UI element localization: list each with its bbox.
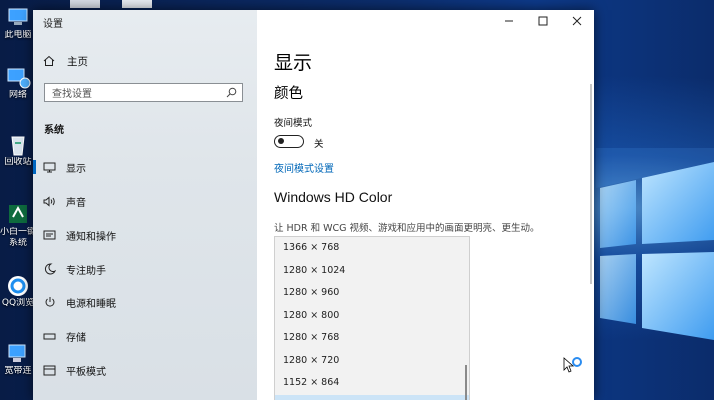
minimize-icon bbox=[505, 20, 513, 22]
settings-sidebar: 设置 主页 查找设置 系统 显示 声音 通知和操作 专注助手 电源和睡眠 存储 … bbox=[33, 10, 257, 400]
page-title: 显示 bbox=[274, 52, 313, 74]
desktop-icon-label-line2: 系统 bbox=[8, 238, 27, 248]
desktop-icon-label: 回收站 bbox=[4, 157, 32, 167]
home-icon bbox=[43, 55, 55, 66]
window-controls bbox=[492, 10, 594, 32]
search-input[interactable]: 查找设置 bbox=[44, 83, 243, 102]
sidebar-home-label: 主页 bbox=[67, 55, 88, 68]
notification-icon bbox=[43, 230, 56, 239]
resolution-dropdown-list[interactable]: 1366 × 768 1280 × 1024 1280 × 960 1280 ×… bbox=[274, 236, 470, 400]
resolution-option[interactable]: 1280 × 768 bbox=[275, 327, 469, 350]
resolution-option[interactable]: 1280 × 800 bbox=[275, 305, 469, 328]
settings-window: 设置 主页 查找设置 系统 显示 声音 通知和操作 专注助手 电源和睡眠 存储 … bbox=[33, 10, 594, 400]
resolution-option-selected[interactable] bbox=[275, 394, 469, 400]
search-placeholder: 查找设置 bbox=[52, 89, 92, 100]
recycle-bin-icon bbox=[11, 136, 25, 156]
settings-content: 显示 颜色 夜间模式 关 夜间模式设置 Windows HD Color 让 H… bbox=[257, 10, 594, 400]
network-icon bbox=[7, 68, 31, 89]
moon-icon bbox=[44, 263, 56, 275]
sidebar-item-label: 平板模式 bbox=[66, 366, 106, 378]
sidebar-item-tablet-mode[interactable]: 平板模式 bbox=[33, 358, 257, 382]
minimize-button[interactable] bbox=[492, 10, 526, 32]
window-title: 设置 bbox=[43, 19, 63, 30]
resolution-option[interactable]: 1152 × 864 bbox=[275, 372, 469, 395]
sidebar-section-title: 系统 bbox=[44, 125, 64, 136]
monitor-icon bbox=[43, 162, 56, 172]
desktop-icon-column: 此电脑 网络 回收站 小白一键 系统 QQ浏览 宽带连 bbox=[0, 0, 36, 400]
desktop-icon-qq-browser[interactable]: QQ浏览 bbox=[0, 274, 36, 309]
sidebar-home[interactable]: 主页 bbox=[43, 53, 88, 69]
night-light-toggle[interactable] bbox=[274, 135, 304, 148]
resolution-option[interactable]: 1280 × 720 bbox=[275, 350, 469, 373]
dropdown-scrollbar[interactable] bbox=[465, 365, 467, 400]
sidebar-item-storage[interactable]: 存储 bbox=[33, 324, 257, 348]
broadband-icon bbox=[8, 344, 26, 362]
sidebar-item-label: 存储 bbox=[66, 332, 86, 344]
busy-cursor-icon bbox=[563, 357, 582, 373]
desktop-icon-label: QQ浏览 bbox=[1, 298, 35, 308]
hd-color-description: 让 HDR 和 WCG 视频、游戏和应用中的画面更明亮、更生动。 bbox=[274, 223, 540, 234]
sidebar-item-label: 显示 bbox=[66, 163, 86, 175]
close-button[interactable] bbox=[560, 10, 594, 32]
night-light-state: 关 bbox=[314, 139, 324, 150]
desktop-icon-label: 小白一键 bbox=[0, 227, 36, 237]
sidebar-item-power[interactable]: 电源和睡眠 bbox=[33, 290, 257, 314]
sidebar-item-display[interactable]: 显示 bbox=[33, 155, 257, 179]
sidebar-item-sound[interactable]: 声音 bbox=[33, 189, 257, 213]
content-scrollbar[interactable] bbox=[590, 84, 592, 284]
computer-icon bbox=[8, 8, 28, 25]
hd-color-heading: Windows HD Color bbox=[274, 189, 393, 205]
storage-icon bbox=[43, 333, 56, 339]
desktop-icon-broadband[interactable]: 宽带连 bbox=[0, 342, 36, 377]
sidebar-item-label: 电源和睡眠 bbox=[66, 298, 116, 310]
night-light-label: 夜间模式 bbox=[274, 118, 313, 129]
desktop-icon-this-pc[interactable]: 此电脑 bbox=[0, 6, 36, 41]
windows-logo-wallpaper bbox=[596, 148, 714, 340]
desktop-icon-recycle-bin[interactable]: 回收站 bbox=[0, 133, 36, 168]
speaker-icon bbox=[43, 195, 55, 207]
toggle-knob bbox=[278, 138, 284, 144]
sidebar-item-label: 声音 bbox=[66, 197, 86, 209]
xiaobai-app-icon bbox=[9, 205, 27, 223]
qq-browser-icon bbox=[8, 276, 28, 296]
sidebar-item-focus-assist[interactable]: 专注助手 bbox=[33, 257, 257, 281]
maximize-button[interactable] bbox=[526, 10, 560, 32]
close-icon bbox=[572, 16, 582, 26]
resolution-option[interactable]: 1280 × 960 bbox=[275, 282, 469, 305]
sidebar-item-notifications[interactable]: 通知和操作 bbox=[33, 223, 257, 247]
desktop-icon-network[interactable]: 网络 bbox=[0, 66, 36, 101]
search-icon bbox=[226, 87, 237, 98]
tablet-icon bbox=[43, 365, 56, 375]
desktop-top-thumbnails bbox=[70, 0, 160, 8]
sidebar-item-label: 通知和操作 bbox=[66, 231, 116, 243]
resolution-option[interactable]: 1280 × 1024 bbox=[275, 260, 469, 283]
desktop-icon-label: 此电脑 bbox=[4, 30, 32, 40]
resolution-option[interactable]: 1366 × 768 bbox=[275, 237, 469, 260]
maximize-icon bbox=[538, 16, 548, 26]
desktop-icon-label: 网络 bbox=[8, 90, 27, 100]
section-title-color: 颜色 bbox=[274, 86, 303, 102]
power-icon bbox=[45, 297, 54, 307]
desktop-icon-xiaobai[interactable]: 小白一键 系统 bbox=[0, 203, 36, 249]
desktop-icon-label: 宽带连 bbox=[4, 366, 32, 376]
sidebar-item-label: 专注助手 bbox=[66, 265, 106, 277]
night-light-settings-link[interactable]: 夜间模式设置 bbox=[274, 160, 334, 175]
